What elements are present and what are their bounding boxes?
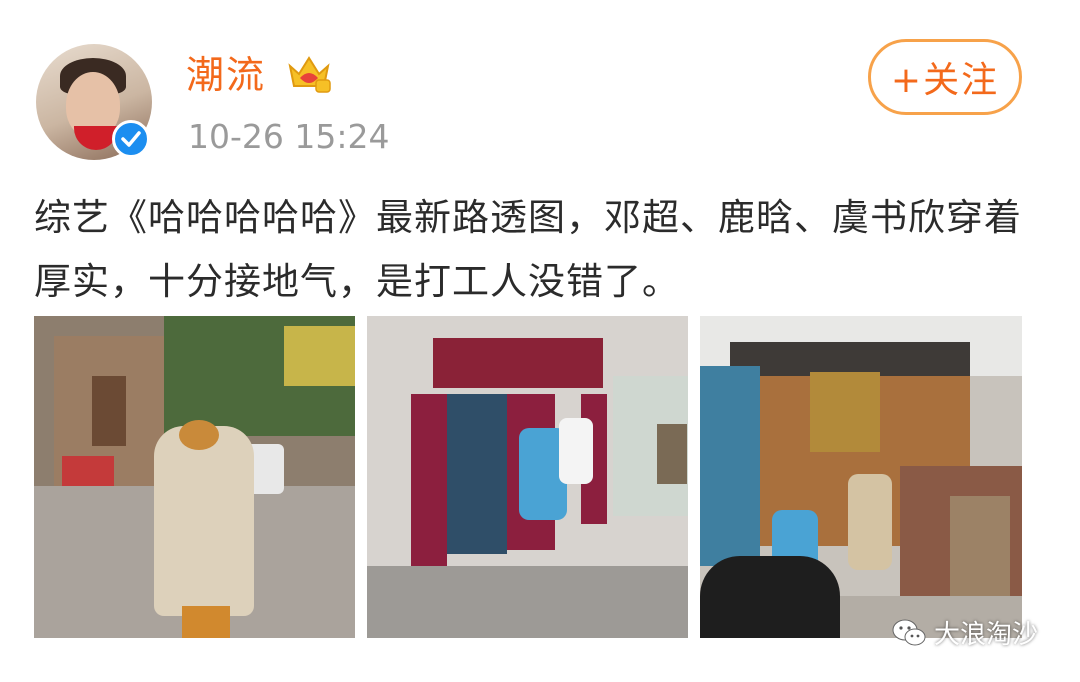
post-image-2[interactable] <box>367 316 688 638</box>
watermark: 大浪淘沙 <box>892 614 1038 651</box>
username[interactable]: 潮流 <box>186 50 266 100</box>
watermark-text: 大浪淘沙 <box>934 620 1039 650</box>
post-timestamp: 10-26 15:24 <box>188 117 390 156</box>
verified-badge-icon <box>112 120 150 158</box>
wechat-icon <box>892 619 926 645</box>
post-image-3[interactable] <box>700 316 1022 638</box>
follow-button[interactable]: +关注 <box>868 39 1022 115</box>
crown-badge-icon <box>288 56 331 93</box>
post-image-1[interactable] <box>34 316 355 638</box>
post-text: 综艺《哈哈哈哈哈》最新路透图，邓超、鹿晗、虞书欣穿着厚实，十分接地气，是打工人没… <box>34 196 1022 303</box>
